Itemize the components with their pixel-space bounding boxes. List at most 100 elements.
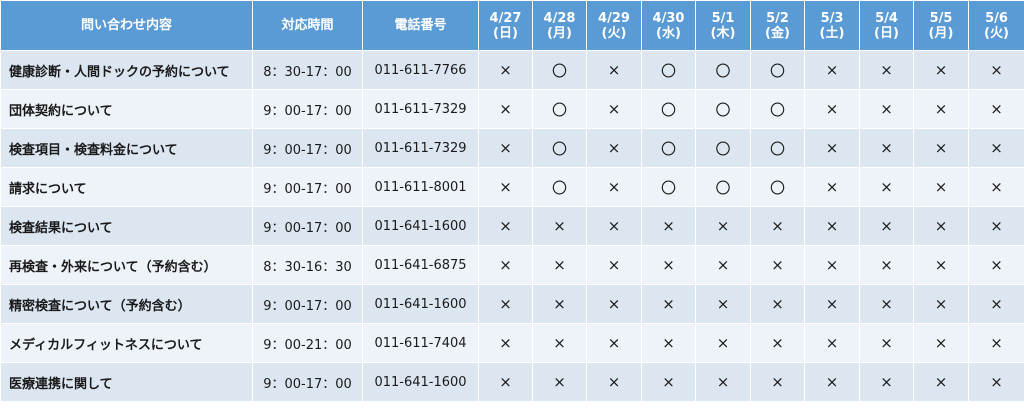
availability-mark: × [913, 167, 969, 207]
inquiry-topic: 団体契約について [0, 89, 253, 129]
header-date: 4/27 (日) [478, 0, 533, 51]
availability-mark: × [804, 89, 860, 129]
header-date: 5/5 (月) [913, 0, 969, 51]
availability-mark: × [968, 167, 1024, 207]
service-hours: 9：00-17：00 [252, 206, 363, 246]
availability-mark: × [804, 206, 860, 246]
availability-mark: × [913, 323, 969, 363]
phone-number: 011-611-7766 [362, 50, 479, 90]
availability-mark: × [478, 206, 533, 246]
date-label: 4/30 [652, 10, 685, 26]
availability-mark: × [695, 284, 751, 324]
availability-mark: × [695, 362, 751, 402]
service-hours: 9：00-17：00 [252, 284, 363, 324]
inquiry-topic: 検査項目・検査料金について [0, 128, 253, 168]
availability-mark: × [695, 206, 751, 246]
availability-mark: × [750, 323, 805, 363]
header-date: 5/6 (火) [968, 0, 1024, 51]
date-label: 4/29 [598, 10, 630, 26]
availability-mark: × [532, 206, 587, 246]
availability-mark: × [968, 128, 1024, 168]
phone-number: 011-611-7404 [362, 323, 479, 363]
availability-mark: × [532, 245, 587, 285]
availability-mark: × [804, 167, 860, 207]
availability-mark: × [586, 89, 642, 129]
availability-mark: × [968, 50, 1024, 90]
availability-mark: × [804, 128, 860, 168]
availability-mark: 〇 [532, 89, 587, 129]
availability-mark: × [478, 323, 533, 363]
header-phone: 電話番号 [362, 0, 479, 51]
phone-number: 011-641-1600 [362, 362, 479, 402]
service-hours: 8：30-17：00 [252, 50, 363, 90]
header-inquiry: 問い合わせ内容 [0, 0, 253, 51]
table-row: メディカルフィットネスについて 9：00-21：00 011-611-7404 × × ×… [0, 323, 1024, 363]
availability-mark: × [532, 284, 587, 324]
availability-mark: × [478, 245, 533, 285]
availability-mark: × [968, 89, 1024, 129]
phone-number: 011-611-7329 [362, 128, 479, 168]
availability-mark: × [586, 245, 642, 285]
availability-mark: × [586, 167, 642, 207]
weekday-label: (月) [547, 25, 572, 41]
table-row: 団体契約について 9：00-17：00 011-611-7329 × 〇 × 〇〇〇 × × × × [0, 89, 1024, 129]
availability-mark: × [859, 362, 914, 402]
availability-mark: 〇 [532, 167, 587, 207]
availability-mark: × [913, 362, 969, 402]
availability-mark: × [586, 284, 642, 324]
header-date: 4/28 (月) [532, 0, 587, 51]
availability-mark: × [532, 362, 587, 402]
availability-mark: × [586, 323, 642, 363]
table-row: 精密検査について（予約含む） 9：00-17：00 011-641-1600 × × × ×… [0, 284, 1024, 324]
availability-mark: × [859, 50, 914, 90]
availability-mark: × [913, 284, 969, 324]
availability-mark: 〇 [695, 128, 751, 168]
availability-mark: × [804, 245, 860, 285]
availability-mark: × [586, 362, 642, 402]
availability-mark: 〇 [641, 50, 696, 90]
phone-number: 011-611-7329 [362, 89, 479, 129]
availability-mark: 〇 [750, 50, 805, 90]
table-row: 検査結果について 9：00-17：00 011-641-1600 × × × × × × × × × × [0, 206, 1024, 246]
availability-mark: × [913, 245, 969, 285]
availability-mark: 〇 [695, 89, 751, 129]
phone-number: 011-611-8001 [362, 167, 479, 207]
inquiry-topic: メディカルフィットネスについて [0, 323, 253, 363]
availability-mark: × [968, 284, 1024, 324]
availability-mark: × [478, 167, 533, 207]
header-date: 5/3 (土) [804, 0, 860, 51]
weekday-label: (火) [601, 25, 627, 41]
availability-mark: 〇 [695, 50, 751, 90]
inquiry-topic: 再検査・外来について（予約含む） [0, 245, 253, 285]
date-label: 5/4 [875, 10, 898, 26]
availability-mark: × [913, 206, 969, 246]
inquiry-topic: 精密検査について（予約含む） [0, 284, 253, 324]
availability-mark: × [804, 284, 860, 324]
availability-mark: × [641, 206, 696, 246]
availability-mark: × [641, 362, 696, 402]
weekday-label: (火) [984, 25, 1009, 41]
inquiry-topic: 健康診断・人間ドックの予約について [0, 50, 253, 90]
availability-mark: 〇 [695, 167, 751, 207]
header-date: 4/29 (火) [586, 0, 642, 51]
table-row: 再検査・外来について（予約含む） 8：30-16：30 011-641-6875 × ×… [0, 245, 1024, 285]
availability-mark: × [750, 245, 805, 285]
availability-mark: × [968, 206, 1024, 246]
availability-mark: × [641, 245, 696, 285]
availability-mark: × [913, 89, 969, 129]
availability-mark: × [859, 167, 914, 207]
availability-mark: 〇 [641, 128, 696, 168]
availability-mark: × [641, 284, 696, 324]
contact-schedule-table: 問い合わせ内容 対応時間 電話番号 4/27 (日) 4/28 (月) 4/29 (火… [0, 0, 1024, 402]
weekday-label: (月) [928, 25, 954, 41]
header-date: 5/1 (木) [695, 0, 751, 51]
date-label: 4/27 [489, 10, 522, 26]
availability-mark: × [478, 128, 533, 168]
header-hours: 対応時間 [252, 0, 363, 51]
availability-mark: × [586, 50, 642, 90]
table-row: 医療連携に関して 9：00-17：00 011-641-1600 × × × × × × × × × × [0, 362, 1024, 402]
availability-mark: × [586, 128, 642, 168]
availability-mark: × [968, 362, 1024, 402]
availability-mark: × [695, 245, 751, 285]
inquiry-topic: 医療連携に関して [0, 362, 253, 402]
